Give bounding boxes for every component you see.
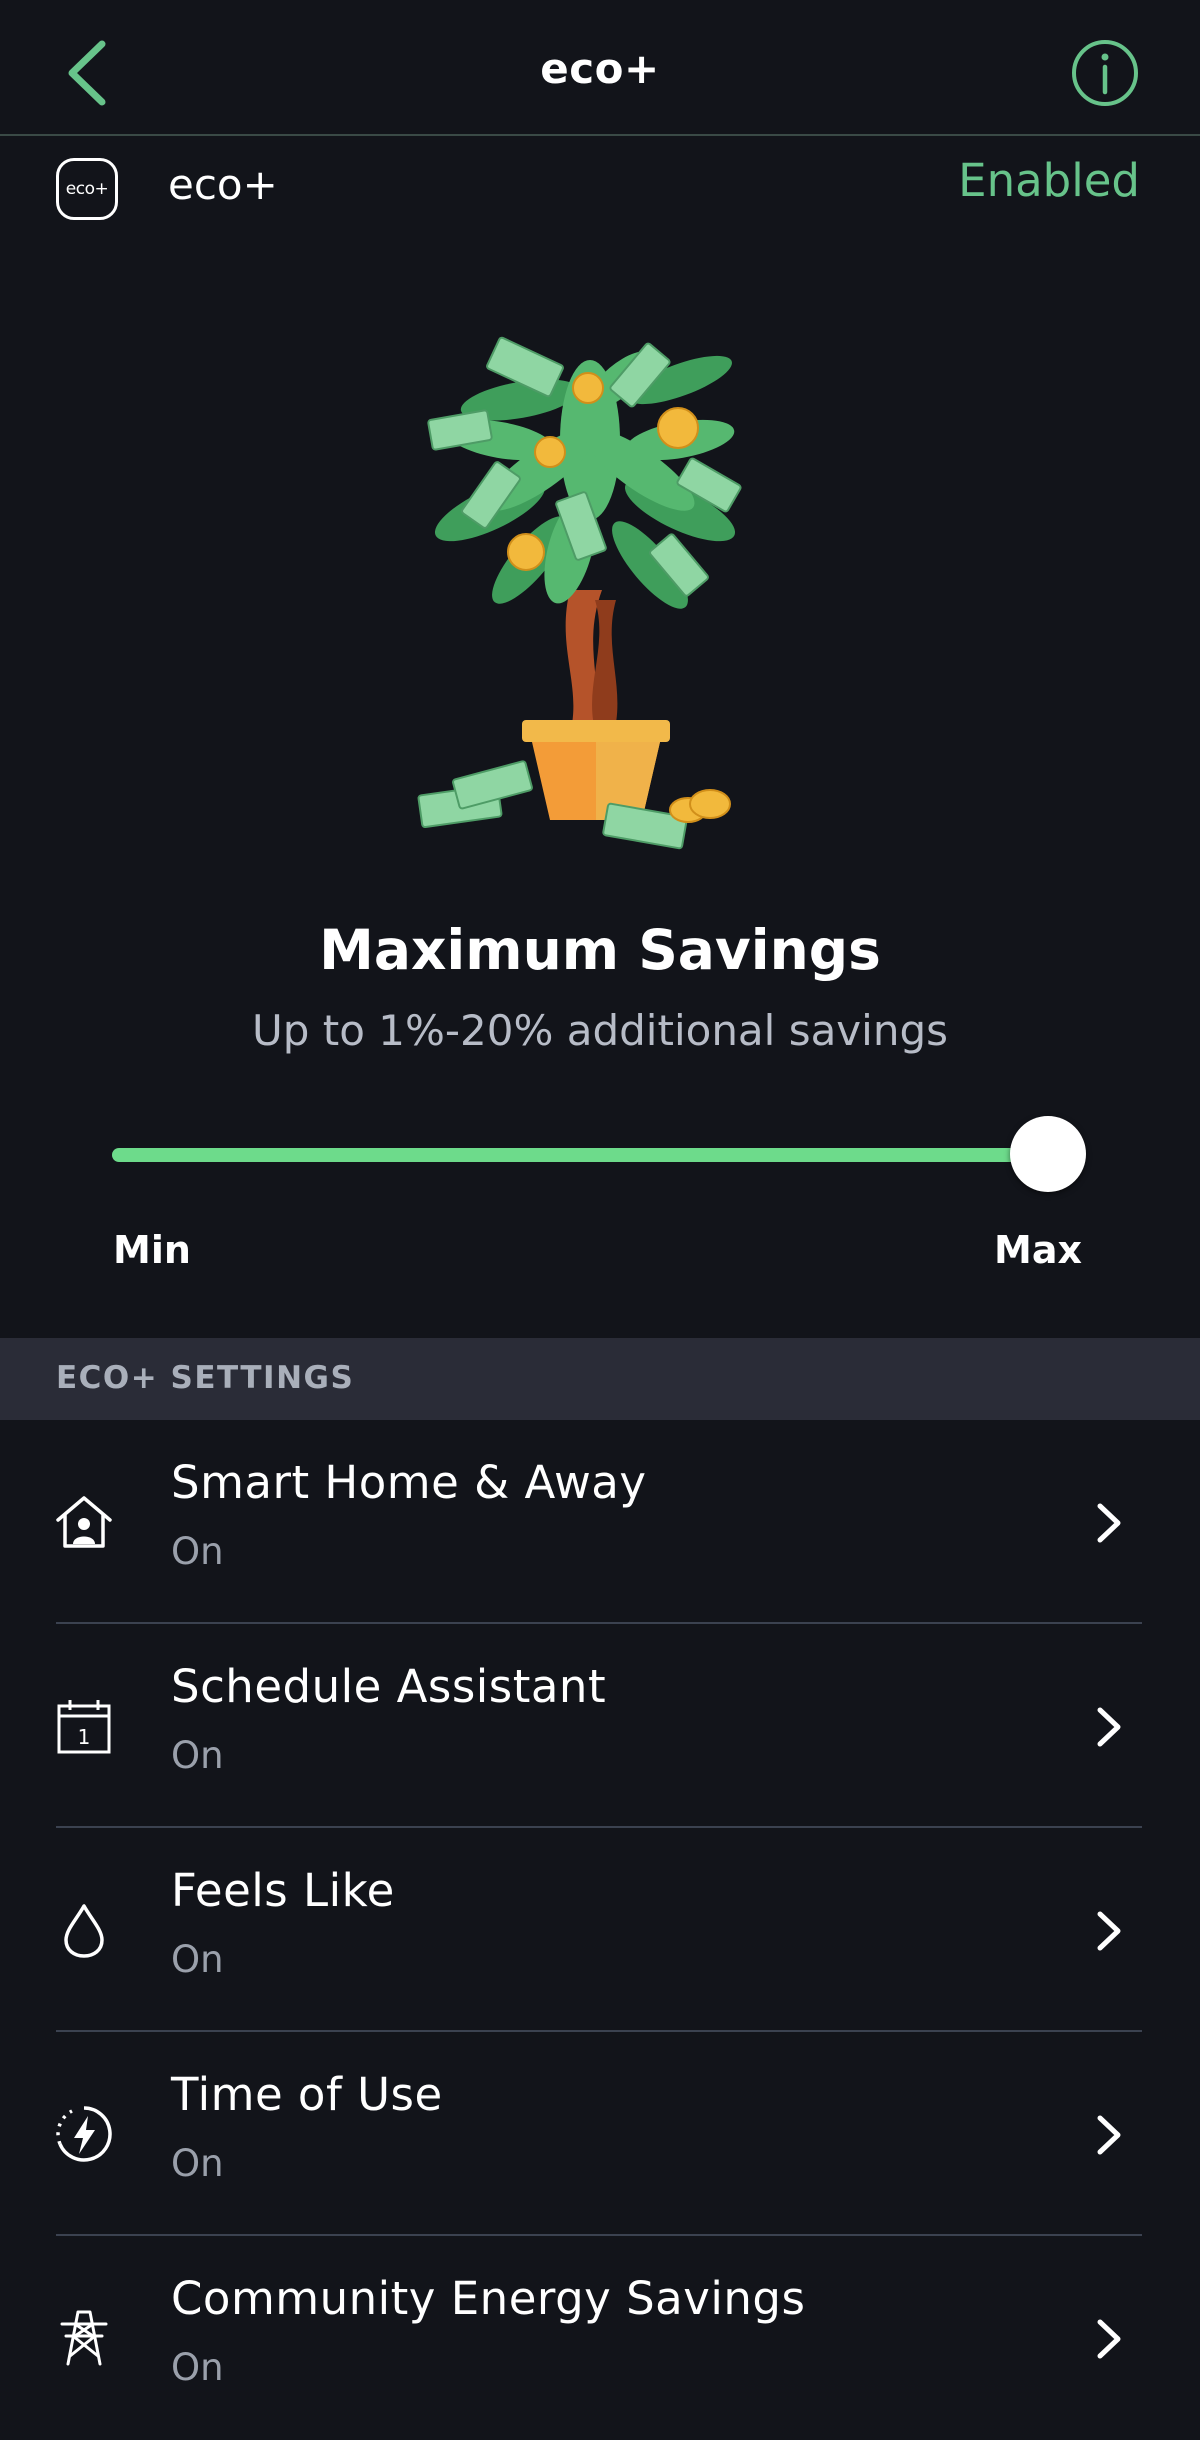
eco-plus-label: eco+ — [168, 160, 278, 209]
setting-row-community-energy-savings[interactable]: Community Energy Savings On — [0, 2236, 1200, 2440]
setting-row-smart-home-away[interactable]: Smart Home & Away On — [0, 1420, 1200, 1624]
chevron-right-icon — [1097, 2115, 1121, 2155]
chevron-right-icon — [1097, 1503, 1121, 1543]
savings-level-slider[interactable] — [110, 1114, 1086, 1194]
slider-max-label: Max — [994, 1228, 1082, 1272]
chevron-right-icon — [1097, 1707, 1121, 1747]
setting-title: Community Energy Savings — [171, 2272, 806, 2325]
chevron-right-icon — [1097, 1911, 1121, 1951]
section-title: ECO+ SETTINGS — [56, 1360, 355, 1396]
setting-row-feels-like[interactable]: Feels Like On — [0, 1828, 1200, 2032]
top-bar: eco+ — [0, 0, 1200, 136]
setting-row-time-of-use[interactable]: Time of Use On — [0, 2032, 1200, 2236]
settings-list: Smart Home & Away On 1 Schedule Assistan… — [0, 1420, 1200, 2440]
setting-title: Smart Home & Away — [171, 1456, 647, 1509]
eco-plus-logo: eco+ — [56, 158, 118, 220]
setting-row-schedule-assistant[interactable]: 1 Schedule Assistant On — [0, 1624, 1200, 1828]
savings-level-description: Up to 1%-20% additional savings — [252, 1006, 948, 1055]
calendar-icon: 1 — [57, 1700, 111, 1754]
slider-track — [112, 1148, 1048, 1162]
savings-level-title: Maximum Savings — [319, 918, 881, 982]
section-header: ECO+ SETTINGS — [0, 1338, 1200, 1420]
slider-min-label: Min — [113, 1228, 191, 1272]
setting-status: On — [171, 1530, 224, 1573]
chevron-right-icon — [1097, 2319, 1121, 2359]
setting-status: On — [171, 1938, 224, 1981]
setting-title: Feels Like — [171, 1864, 395, 1917]
eco-plus-status-row[interactable]: eco+ eco+ Enabled — [0, 136, 1200, 236]
lightning-clock-icon — [56, 2106, 112, 2162]
setting-title: Time of Use — [171, 2068, 443, 2121]
slider-thumb[interactable] — [1010, 1116, 1086, 1192]
home-person-icon — [56, 1496, 112, 1548]
setting-status: On — [171, 2346, 224, 2389]
money-tree-illustration — [417, 336, 742, 850]
page-title: eco+ — [540, 44, 660, 93]
setting-status: On — [171, 2142, 224, 2185]
info-button[interactable] — [1070, 38, 1140, 108]
status-badge: Enabled — [958, 154, 1140, 207]
info-icon — [1072, 40, 1138, 106]
power-tower-icon — [60, 2310, 108, 2366]
droplet-icon — [64, 1904, 104, 1958]
setting-status: On — [171, 1734, 224, 1777]
svg-text:1: 1 — [78, 1725, 91, 1749]
setting-title: Schedule Assistant — [171, 1660, 607, 1713]
